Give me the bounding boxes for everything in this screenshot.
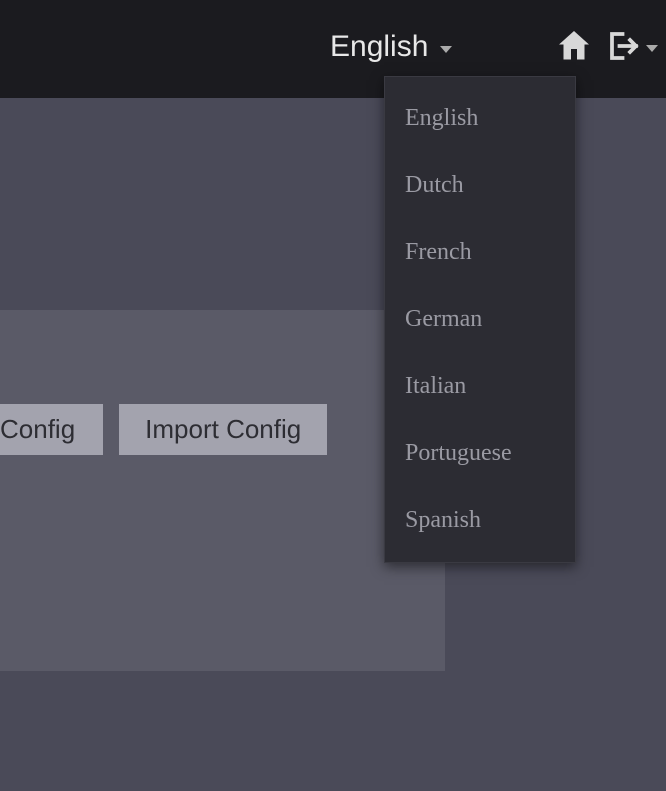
logout-button[interactable] xyxy=(606,28,658,64)
caret-down-icon xyxy=(646,45,658,52)
language-option-english[interactable]: English xyxy=(385,85,575,152)
logout-icon xyxy=(606,28,642,64)
language-current-label: English xyxy=(330,30,428,64)
language-option-french[interactable]: French xyxy=(385,219,575,286)
config-buttons-row: Config Import Config xyxy=(0,404,327,455)
caret-down-icon xyxy=(440,46,452,53)
language-dropdown-trigger[interactable]: English xyxy=(330,30,452,64)
config-button-partial[interactable]: Config xyxy=(0,404,103,455)
language-option-dutch[interactable]: Dutch xyxy=(385,152,575,219)
language-option-spanish[interactable]: Spanish xyxy=(385,487,575,554)
language-option-portuguese[interactable]: Portuguese xyxy=(385,420,575,487)
language-option-german[interactable]: German xyxy=(385,286,575,353)
home-icon[interactable] xyxy=(556,28,592,64)
config-panel xyxy=(0,310,445,671)
language-dropdown-menu: English Dutch French German Italian Port… xyxy=(384,76,576,563)
language-option-italian[interactable]: Italian xyxy=(385,353,575,420)
topbar-icon-group xyxy=(556,28,658,64)
import-config-button[interactable]: Import Config xyxy=(119,404,327,455)
